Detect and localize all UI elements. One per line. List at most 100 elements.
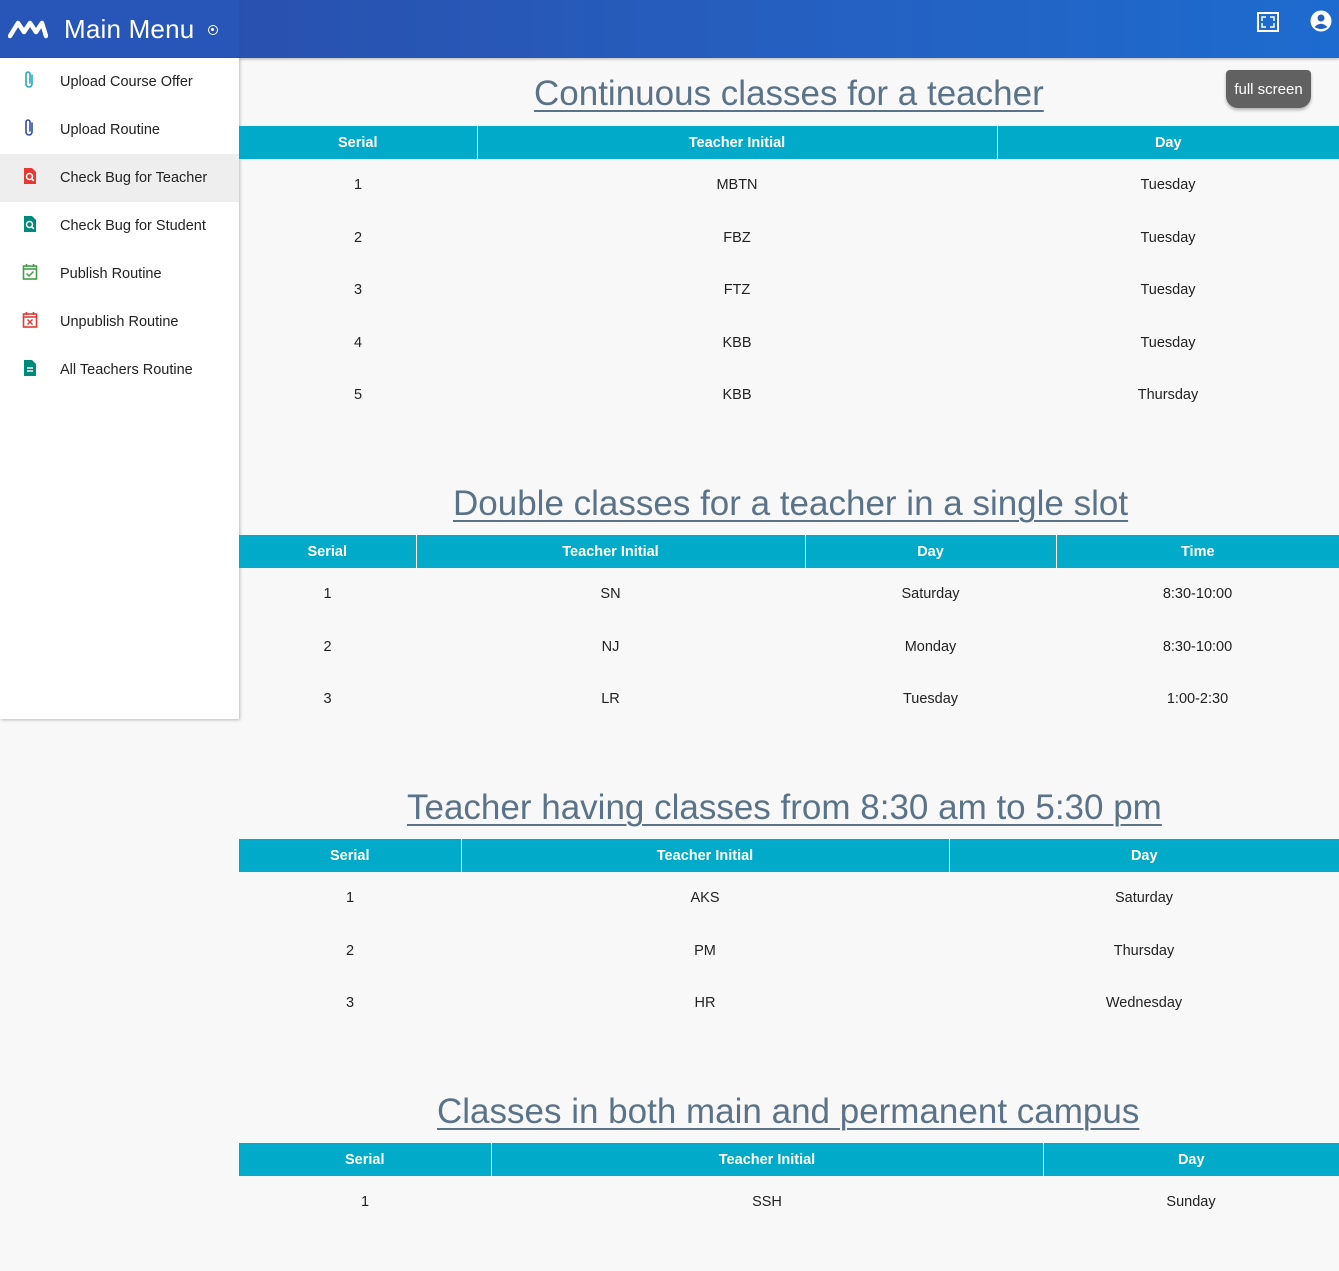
column-header[interactable]: Day	[804, 535, 1056, 568]
column-header[interactable]: Day	[948, 839, 1339, 872]
sidebar-item-label: Check Bug for Student	[60, 218, 206, 234]
table-header-row: Serial Teacher Initial Day	[239, 839, 1339, 872]
cell-teacher-initial: MBTN	[716, 177, 758, 194]
cell-serial: 5	[353, 387, 363, 404]
sidebar-item-check-bug-student[interactable]: Check Bug for Student	[0, 202, 239, 250]
sidebar-item-upload-routine[interactable]: Upload Routine	[0, 106, 239, 154]
full-screen-button[interactable]: full screen	[1226, 70, 1311, 108]
cell-serial: 1	[353, 177, 363, 194]
calendar-check-icon	[22, 264, 38, 280]
cell-day: Monday	[904, 638, 957, 655]
sidebar-item-unpublish-routine[interactable]: Unpublish Routine	[0, 298, 239, 346]
table-row: 3 HR Wednesday	[239, 977, 1339, 1030]
sidebar-item-label: Unpublish Routine	[60, 314, 179, 330]
table-header-row: Serial Teacher Initial Day Time	[239, 535, 1339, 568]
table-row: 1 MBTN Tuesday	[239, 159, 1339, 212]
column-header[interactable]: Serial	[239, 535, 416, 568]
cell-day: Wednesday	[1105, 995, 1183, 1012]
sidebar-item-label: All Teachers Routine	[60, 362, 193, 378]
sidebar-item-label: Upload Routine	[60, 122, 160, 138]
section-title-continuous[interactable]: Continuous classes for a teacher	[534, 74, 1044, 114]
cell-serial: 1	[345, 890, 355, 907]
column-header[interactable]: Day	[1042, 1143, 1339, 1176]
table-header-row: Serial Teacher Initial Day	[239, 126, 1339, 159]
sidebar-item-publish-routine[interactable]: Publish Routine	[0, 250, 239, 298]
column-header[interactable]: Serial	[239, 839, 461, 872]
cell-serial: 1	[323, 586, 332, 603]
table-row: 1 SN Saturday 8:30-10:00	[239, 568, 1339, 621]
sidebar-item-check-bug-teacher[interactable]: Check Bug for Teacher	[0, 154, 239, 202]
cell-serial: 3	[323, 691, 332, 708]
table-row: 4 KBB Tuesday	[239, 317, 1339, 370]
table-row: 2 FBZ Tuesday	[239, 212, 1339, 265]
cell-serial: 3	[345, 995, 355, 1012]
cell-serial: 2	[353, 229, 363, 246]
table-row: 3 LR Tuesday 1:00-2:30	[239, 673, 1339, 726]
cell-teacher-initial: FBZ	[723, 229, 751, 246]
table-row: 3 FTZ Tuesday	[239, 264, 1339, 317]
column-header[interactable]: Teacher Initial	[415, 535, 805, 568]
column-header[interactable]: Teacher Initial	[490, 1143, 1043, 1176]
menu-toggle-icon[interactable]	[208, 25, 219, 35]
cell-day: Tuesday	[1140, 282, 1196, 299]
cell-day: Tuesday	[1140, 177, 1196, 194]
sidebar-item-all-teachers-routine[interactable]: All Teachers Routine	[0, 346, 239, 394]
cell-day: Saturday	[901, 586, 960, 603]
cell-serial: 4	[353, 334, 363, 351]
cell-teacher-initial: SN	[600, 586, 621, 603]
fullscreen-icon[interactable]	[1257, 12, 1279, 32]
paperclip-icon	[25, 71, 33, 88]
file-document-icon	[24, 360, 36, 376]
cell-serial: 2	[323, 638, 332, 655]
column-header[interactable]: Serial	[239, 1143, 491, 1176]
cell-teacher-initial: NJ	[601, 638, 620, 655]
column-header[interactable]: Teacher Initial	[476, 126, 997, 159]
cell-teacher-initial: FTZ	[723, 282, 751, 299]
sidebar-item-upload-course-offer[interactable]: Upload Course Offer	[0, 58, 239, 106]
cell-day: Saturday	[1114, 890, 1174, 907]
cell-teacher-initial: KBB	[722, 387, 752, 404]
cell-teacher-initial: HR	[694, 995, 716, 1012]
account-circle-icon[interactable]	[1310, 10, 1332, 32]
table-row: 2 PM Thursday	[239, 925, 1339, 978]
cell-day: Tuesday	[902, 691, 959, 708]
cell-day: Thursday	[1137, 387, 1199, 404]
cell-serial: 1	[360, 1194, 370, 1211]
brand[interactable]: Main Menu	[0, 0, 239, 58]
double-classes-table: Serial Teacher Initial Day Time 1 SN Sat…	[239, 535, 1339, 726]
cell-serial: 2	[345, 942, 355, 959]
cell-day: Thursday	[1113, 942, 1175, 959]
table-row: 2 NJ Monday 8:30-10:00	[239, 621, 1339, 674]
column-header[interactable]: Time	[1055, 535, 1339, 568]
cell-teacher-initial: KBB	[722, 334, 752, 351]
cell-time: 8:30-10:00	[1162, 638, 1233, 655]
long-hours-table: Serial Teacher Initial Day 1 AKS Saturda…	[239, 839, 1339, 1030]
cell-time: 8:30-10:00	[1162, 586, 1233, 603]
continuous-classes-table: Serial Teacher Initial Day 1 MBTN Tuesda…	[239, 126, 1339, 422]
column-header[interactable]: Day	[996, 126, 1339, 159]
cell-teacher-initial: SSH	[752, 1194, 782, 1211]
cell-time: 1:00-2:30	[1166, 691, 1229, 708]
app-title: Main Menu	[64, 13, 195, 44]
section-title-long-hours[interactable]: Teacher having classes from 8:30 am to 5…	[407, 788, 1162, 828]
file-search-icon	[24, 216, 36, 232]
cell-teacher-initial: PM	[694, 942, 716, 959]
sidebar-item-label: Check Bug for Teacher	[60, 170, 208, 186]
top-app-bar: Main Menu	[0, 0, 1339, 58]
sidebar-item-label: Publish Routine	[60, 266, 162, 282]
section-title-both-campus[interactable]: Classes in both main and permanent campu…	[437, 1092, 1139, 1132]
cell-day: Tuesday	[1140, 229, 1196, 246]
calendar-remove-icon	[22, 312, 38, 328]
cell-serial: 3	[353, 282, 363, 299]
column-header[interactable]: Teacher Initial	[460, 839, 949, 872]
table-row: 1 AKS Saturday	[239, 872, 1339, 925]
column-header[interactable]: Serial	[239, 126, 477, 159]
file-search-icon	[24, 168, 36, 184]
cell-day: Sunday	[1166, 1194, 1216, 1211]
table-header-row: Serial Teacher Initial Day	[239, 1143, 1339, 1176]
cell-teacher-initial: LR	[601, 691, 620, 708]
cell-day: Tuesday	[1140, 334, 1196, 351]
section-title-double-classes[interactable]: Double classes for a teacher in a single…	[453, 484, 1128, 524]
sidebar: Upload Course Offer Upload Routine Check…	[0, 58, 239, 719]
both-campus-table: Serial Teacher Initial Day 1 SSH Sunday	[239, 1143, 1339, 1229]
